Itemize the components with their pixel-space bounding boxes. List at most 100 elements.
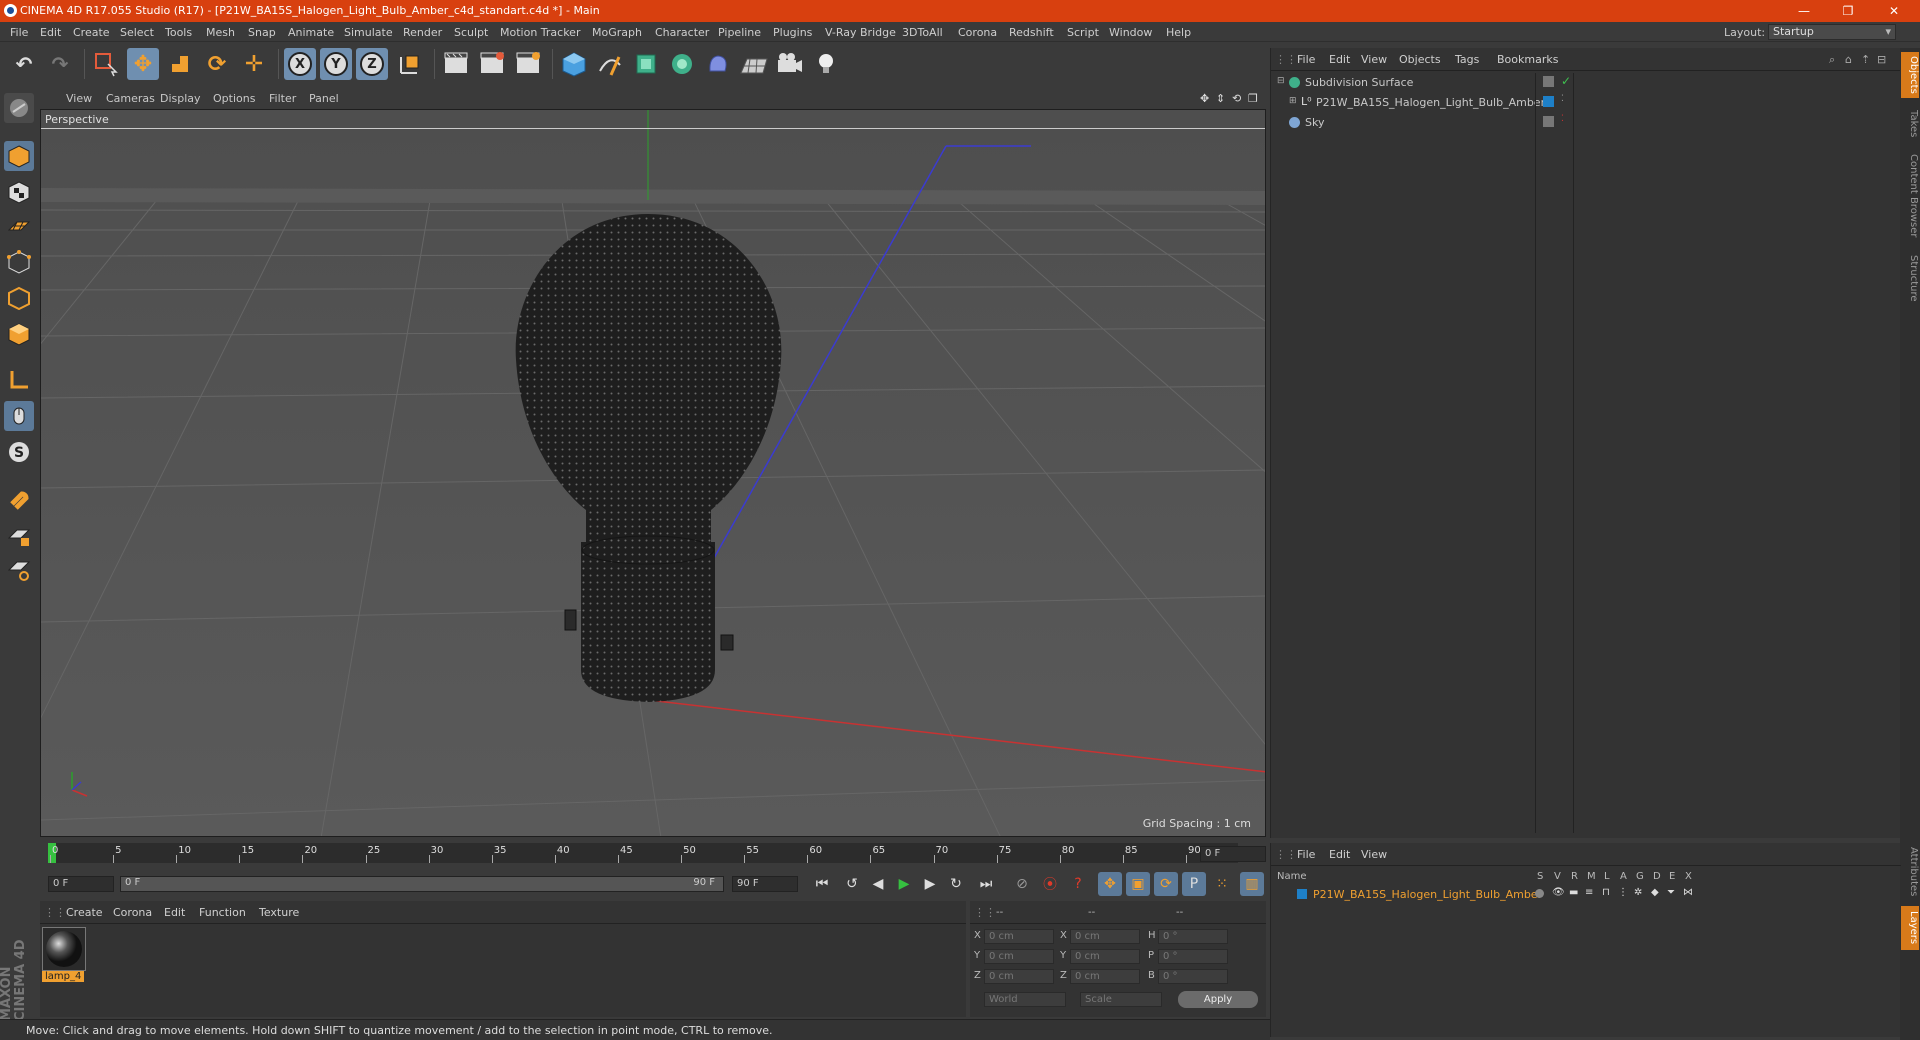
light-object-icon[interactable] <box>810 48 842 80</box>
timeline-ruler[interactable]: 0 5 10 15 20 25 30 35 40 45 50 55 60 65 70 75 80 85 90 0 F <box>40 841 1266 865</box>
layer-animation-icon[interactable]: ⋮ <box>1618 887 1628 898</box>
menu-vray-bridge[interactable]: V-Ray Bridge <box>825 26 896 39</box>
material-name-label[interactable]: lamp_4 <box>42 971 85 982</box>
rotation-b-field[interactable]: 0 ° <box>1158 969 1228 984</box>
objects-menu-view[interactable]: View <box>1361 53 1387 66</box>
timeline-window-icon[interactable]: ▥ <box>1240 872 1264 896</box>
objects-menu-file[interactable]: File <box>1297 53 1315 66</box>
position-y-field[interactable]: 0 cm <box>984 949 1054 964</box>
menu-snap[interactable]: Snap <box>248 26 276 39</box>
tab-content-browser[interactable]: Content Browser <box>1901 148 1919 244</box>
menu-motion-tracker[interactable]: Motion Tracker <box>500 26 580 39</box>
edges-mode-icon[interactable] <box>4 283 34 313</box>
menu-mesh[interactable]: Mesh <box>206 26 235 39</box>
layer-tag-icon[interactable] <box>1543 76 1554 87</box>
size-y-field[interactable]: 0 cm <box>1070 949 1140 964</box>
make-editable-icon[interactable] <box>4 93 34 123</box>
collapse-icon[interactable]: ⊟ <box>1277 76 1285 86</box>
collapse-panel-icon[interactable]: ⊟ <box>1877 53 1886 66</box>
close-button[interactable]: ✕ <box>1874 2 1914 20</box>
home-icon[interactable]: ⌂ <box>1845 53 1852 66</box>
previous-key-icon[interactable]: ↺ <box>840 872 864 896</box>
layer-generators-icon[interactable]: ✲ <box>1634 887 1642 898</box>
viewport-menu-filter[interactable]: Filter <box>269 92 296 105</box>
rotate-tool-icon[interactable]: ⟳ <box>201 48 233 80</box>
apply-button[interactable]: Apply <box>1178 991 1258 1008</box>
menu-edit[interactable]: Edit <box>40 26 61 39</box>
previous-frame-icon[interactable]: ◀ <box>866 872 890 896</box>
key-pla-icon[interactable]: ⁙ <box>1210 872 1234 896</box>
position-z-field[interactable]: 0 cm <box>984 969 1054 984</box>
key-rotation-icon[interactable]: ⟳ <box>1154 872 1178 896</box>
cube-object-icon[interactable] <box>558 48 590 80</box>
go-to-end-icon[interactable]: ⏭ <box>974 872 998 896</box>
magnet-icon[interactable] <box>4 483 34 513</box>
snap-icon[interactable]: S <box>4 437 34 467</box>
object-row-bulb[interactable]: ⊞ L⁰ P21W_BA15S_Halogen_Light_Bulb_Amber… <box>1275 93 1897 111</box>
workplane-rotate-icon[interactable] <box>4 555 34 585</box>
polygons-mode-icon[interactable] <box>4 319 34 349</box>
viewport-menu-display[interactable]: Display <box>160 92 201 105</box>
objects-menu-bookmarks[interactable]: Bookmarks <box>1497 53 1558 66</box>
viewport-menu-options[interactable]: Options <box>213 92 255 105</box>
tab-takes[interactable]: Takes <box>1901 104 1919 144</box>
layers-menu-view[interactable]: View <box>1361 848 1387 861</box>
menu-select[interactable]: Select <box>120 26 154 39</box>
layer-tag-icon[interactable] <box>1543 116 1554 127</box>
camera-object-icon[interactable] <box>774 48 806 80</box>
menu-script[interactable]: Script <box>1067 26 1099 39</box>
material-menu-texture[interactable]: Texture <box>259 906 299 919</box>
menu-animate[interactable]: Animate <box>288 26 334 39</box>
layer-solo-icon[interactable] <box>1535 889 1544 898</box>
subdivision-surface-icon[interactable] <box>630 48 662 80</box>
pen-spline-icon[interactable] <box>594 48 626 80</box>
viewport-menu-cameras[interactable]: Cameras <box>106 92 155 105</box>
live-selection-icon[interactable] <box>90 48 122 80</box>
range-slider[interactable]: 0 F 90 F <box>120 876 724 892</box>
model-mode-icon[interactable] <box>4 141 34 171</box>
autokey-icon[interactable]: ⦿ <box>1038 872 1062 896</box>
size-z-field[interactable]: 0 cm <box>1070 969 1140 984</box>
menu-character[interactable]: Character <box>655 26 709 39</box>
workplane-lock-icon[interactable] <box>4 521 34 551</box>
viewport-pan-icon[interactable]: ✥ <box>1200 92 1209 105</box>
viewport-menu-view[interactable]: View <box>66 92 92 105</box>
tab-structure[interactable]: Structure <box>1901 248 1919 308</box>
size-mode-select[interactable]: Scale <box>1080 992 1162 1007</box>
layer-manager-icon[interactable]: ≡ <box>1585 887 1593 898</box>
y-axis-lock-icon[interactable]: Y <box>320 48 352 80</box>
layer-deformers-icon[interactable]: ◆ <box>1651 887 1659 898</box>
menu-help[interactable]: Help <box>1166 26 1191 39</box>
play-icon[interactable]: ▶ <box>892 872 916 896</box>
menu-mograph[interactable]: MoGraph <box>592 26 642 39</box>
go-to-start-icon[interactable]: ⏮ <box>810 872 834 896</box>
object-row-subdivision-surface[interactable]: ⊟ Subdivision Surface ✓ <box>1275 73 1897 91</box>
scale-tool-icon[interactable] <box>164 48 196 80</box>
record-keys-icon[interactable]: ⊘ <box>1010 872 1034 896</box>
layer-color-swatch[interactable] <box>1297 889 1307 899</box>
menu-simulate[interactable]: Simulate <box>344 26 393 39</box>
next-key-icon[interactable]: ↻ <box>944 872 968 896</box>
render-settings-icon[interactable] <box>512 48 544 80</box>
menu-sculpt[interactable]: Sculpt <box>454 26 488 39</box>
3d-viewport[interactable]: Perspective Grid Spacing : 1 cm <box>40 109 1266 837</box>
layer-render-icon[interactable]: ▬ <box>1569 887 1578 898</box>
layer-color-swatch[interactable] <box>1543 96 1554 107</box>
render-view-icon[interactable] <box>440 48 472 80</box>
rotation-h-field[interactable]: 0 ° <box>1158 929 1228 944</box>
tweak-mode-icon[interactable] <box>4 401 34 431</box>
menu-render[interactable]: Render <box>403 26 442 39</box>
menu-file[interactable]: File <box>10 26 28 39</box>
objects-menu-edit[interactable]: Edit <box>1329 53 1350 66</box>
viewport-maximize-icon[interactable]: ❐ <box>1248 92 1258 105</box>
menu-plugins[interactable]: Plugins <box>773 26 812 39</box>
menu-create[interactable]: Create <box>73 26 110 39</box>
transform-tool-icon[interactable]: ✛ <box>238 48 270 80</box>
keyframe-selection-icon[interactable]: ? <box>1066 872 1090 896</box>
tab-layers[interactable]: Layers <box>1901 906 1919 950</box>
layer-name[interactable]: P21W_BA15S_Halogen_Light_Bulb_Amber <box>1313 888 1542 901</box>
visibility-dots-icon[interactable]: ⁚ <box>1561 114 1564 124</box>
search-icon[interactable]: ⌕ <box>1829 53 1835 67</box>
layer-row[interactable]: P21W_BA15S_Halogen_Light_Bulb_Amber 👁 ▬ … <box>1273 885 1895 903</box>
objects-menu-tags[interactable]: Tags <box>1455 53 1479 66</box>
